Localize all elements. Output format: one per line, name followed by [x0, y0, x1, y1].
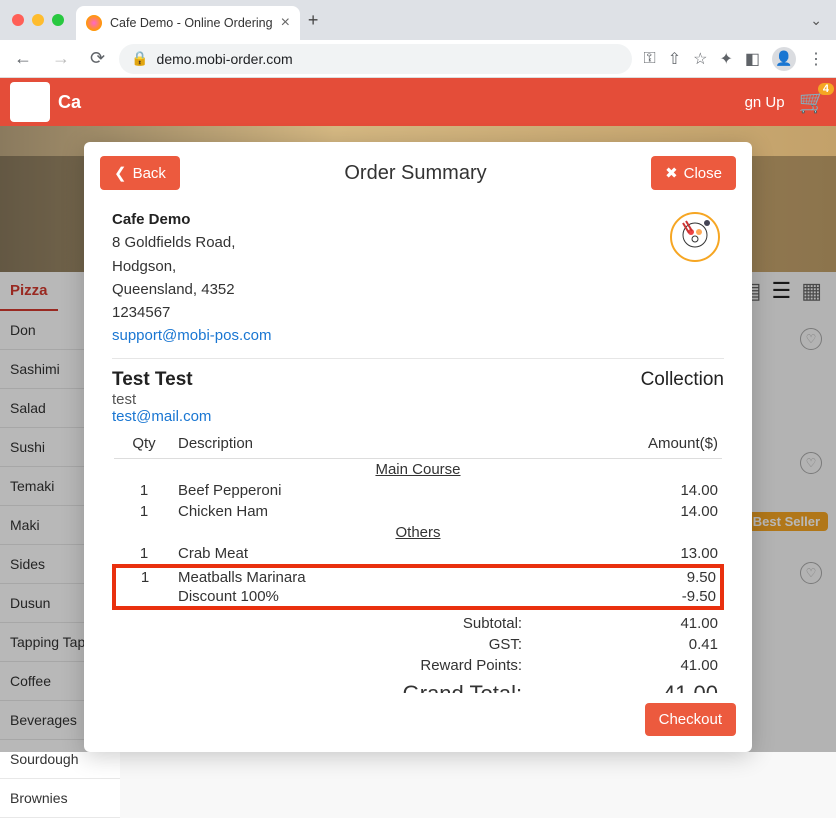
- toolbar-icons: ⚿ ⇧ ☆ ✦ ◧ 👤 ⋮: [640, 47, 828, 71]
- row-desc: Discount 100%: [174, 587, 522, 608]
- back-icon[interactable]: ←: [8, 44, 38, 73]
- maximize-window-icon[interactable]: [52, 14, 64, 26]
- customer-name: Test Test: [112, 369, 211, 391]
- panel-icon[interactable]: ◧: [745, 49, 760, 69]
- order-summary-modal: ❮ Back Order Summary ✖ Close Cafe Demo 8…: [84, 142, 752, 752]
- grand-total-value: 41.00: [528, 677, 722, 694]
- table-row: 1Chicken Ham14.00: [114, 501, 722, 522]
- cart-count-badge: 4: [818, 83, 834, 95]
- cafe-phone: 1234567: [112, 301, 650, 324]
- highlighted-rows: 1Meatballs Marinara9.50Discount 100%-9.5…: [114, 566, 722, 608]
- row-desc: Chicken Ham: [174, 501, 522, 522]
- subtotal-value: 41.00: [528, 614, 722, 633]
- order-items-table: Qty Description Amount($) Main Course 1B…: [112, 429, 724, 610]
- lock-icon: 🔒: [131, 50, 148, 67]
- tab-close-icon[interactable]: ×: [281, 14, 290, 32]
- cafe-addr1: 8 Goldfields Road,: [112, 231, 650, 254]
- customer-sub: test: [112, 391, 211, 408]
- col-qty: Qty: [114, 429, 174, 459]
- reward-value: 41.00: [528, 656, 722, 675]
- signup-link[interactable]: gn Up: [745, 94, 785, 111]
- reward-label: Reward Points:: [114, 656, 526, 675]
- row-qty: 1: [114, 566, 174, 587]
- table-row: 1Beef Pepperoni14.00: [114, 480, 722, 501]
- cafe-addr2: Hodgson,: [112, 255, 650, 278]
- back-label: Back: [133, 165, 166, 182]
- forward-icon: →: [46, 44, 76, 73]
- extensions-icon[interactable]: ✦: [719, 49, 732, 69]
- share-icon[interactable]: ⇧: [668, 49, 681, 69]
- cart-icon[interactable]: 🛒 4: [799, 89, 826, 115]
- row-amount: 14.00: [522, 501, 722, 522]
- modal-title: Order Summary: [180, 162, 651, 185]
- section-others: Others: [114, 522, 722, 543]
- close-icon: ✖: [665, 164, 678, 182]
- order-type: Collection: [641, 369, 724, 391]
- brand-name: Ca: [58, 92, 81, 113]
- browser-tab-strip: Cafe Demo - Online Ordering × + ⌄: [0, 0, 836, 40]
- cafe-email-link[interactable]: support@mobi-pos.com: [112, 327, 271, 344]
- modal-backdrop: ❮ Back Order Summary ✖ Close Cafe Demo 8…: [0, 156, 836, 752]
- favicon-icon: [86, 15, 102, 31]
- cafe-name: Cafe Demo: [112, 208, 650, 231]
- new-tab-icon[interactable]: +: [308, 10, 319, 31]
- row-qty: 1: [114, 543, 174, 566]
- close-button[interactable]: ✖ Close: [651, 156, 736, 190]
- totals-table: Subtotal:41.00 GST:0.41 Reward Points:41…: [112, 612, 724, 694]
- site-header: Ca gn Up 🛒 4: [0, 78, 836, 126]
- browser-toolbar: ← → ⟳ 🔒 demo.mobi-order.com ⚿ ⇧ ☆ ✦ ◧ 👤 …: [0, 40, 836, 78]
- grand-total-label: Grand Total:: [114, 677, 526, 694]
- row-desc: Beef Pepperoni: [174, 480, 522, 501]
- close-label: Close: [684, 165, 722, 182]
- brand[interactable]: Ca: [10, 82, 81, 122]
- chevron-left-icon: ❮: [114, 164, 127, 182]
- row-amount: 9.50: [522, 566, 722, 587]
- tab-title: Cafe Demo - Online Ordering: [110, 16, 273, 30]
- star-icon[interactable]: ☆: [693, 49, 707, 69]
- brand-logo-icon: [10, 82, 50, 122]
- customer-email-link[interactable]: test@mail.com: [112, 408, 211, 425]
- window-controls: [12, 14, 64, 26]
- row-amount: 14.00: [522, 480, 722, 501]
- row-desc: Crab Meat: [174, 543, 522, 566]
- section-main-course: Main Course: [114, 458, 722, 480]
- checkout-button[interactable]: Checkout: [645, 703, 736, 736]
- tabs-dropdown-icon[interactable]: ⌄: [810, 12, 828, 29]
- row-qty: 1: [114, 480, 174, 501]
- reload-icon[interactable]: ⟳: [84, 44, 111, 73]
- page-content: Ca gn Up 🛒 4 Pizza DonSashimiSaladSushiT…: [0, 78, 836, 752]
- sidebar-category[interactable]: Brownies: [0, 779, 120, 818]
- url-text: demo.mobi-order.com: [157, 51, 293, 67]
- col-desc: Description: [174, 429, 522, 459]
- row-desc: Meatballs Marinara: [174, 566, 522, 587]
- browser-tab[interactable]: Cafe Demo - Online Ordering ×: [76, 6, 300, 40]
- gst-value: 0.41: [528, 635, 722, 654]
- row-amount: -9.50: [522, 587, 722, 608]
- subtotal-label: Subtotal:: [114, 614, 526, 633]
- cafe-info: Cafe Demo 8 Goldfields Road, Hodgson, Qu…: [112, 208, 650, 348]
- profile-avatar-icon[interactable]: 👤: [772, 47, 796, 71]
- gst-label: GST:: [114, 635, 526, 654]
- address-bar[interactable]: 🔒 demo.mobi-order.com: [119, 44, 631, 74]
- back-button[interactable]: ❮ Back: [100, 156, 180, 190]
- cafe-addr3: Queensland, 4352: [112, 278, 650, 301]
- row-qty: [114, 587, 174, 608]
- table-row: 1Meatballs Marinara9.50: [114, 566, 722, 587]
- col-amount: Amount($): [522, 429, 722, 459]
- row-amount: 13.00: [522, 543, 722, 566]
- checkout-label: Checkout: [659, 711, 722, 728]
- table-row: Discount 100%-9.50: [114, 587, 722, 608]
- key-icon[interactable]: ⚿: [644, 50, 656, 68]
- close-window-icon[interactable]: [12, 14, 24, 26]
- row-qty: 1: [114, 501, 174, 522]
- minimize-window-icon[interactable]: [32, 14, 44, 26]
- table-row: 1Crab Meat13.00: [114, 543, 722, 566]
- cafe-logo-icon: [666, 208, 724, 266]
- menu-icon[interactable]: ⋮: [808, 49, 824, 69]
